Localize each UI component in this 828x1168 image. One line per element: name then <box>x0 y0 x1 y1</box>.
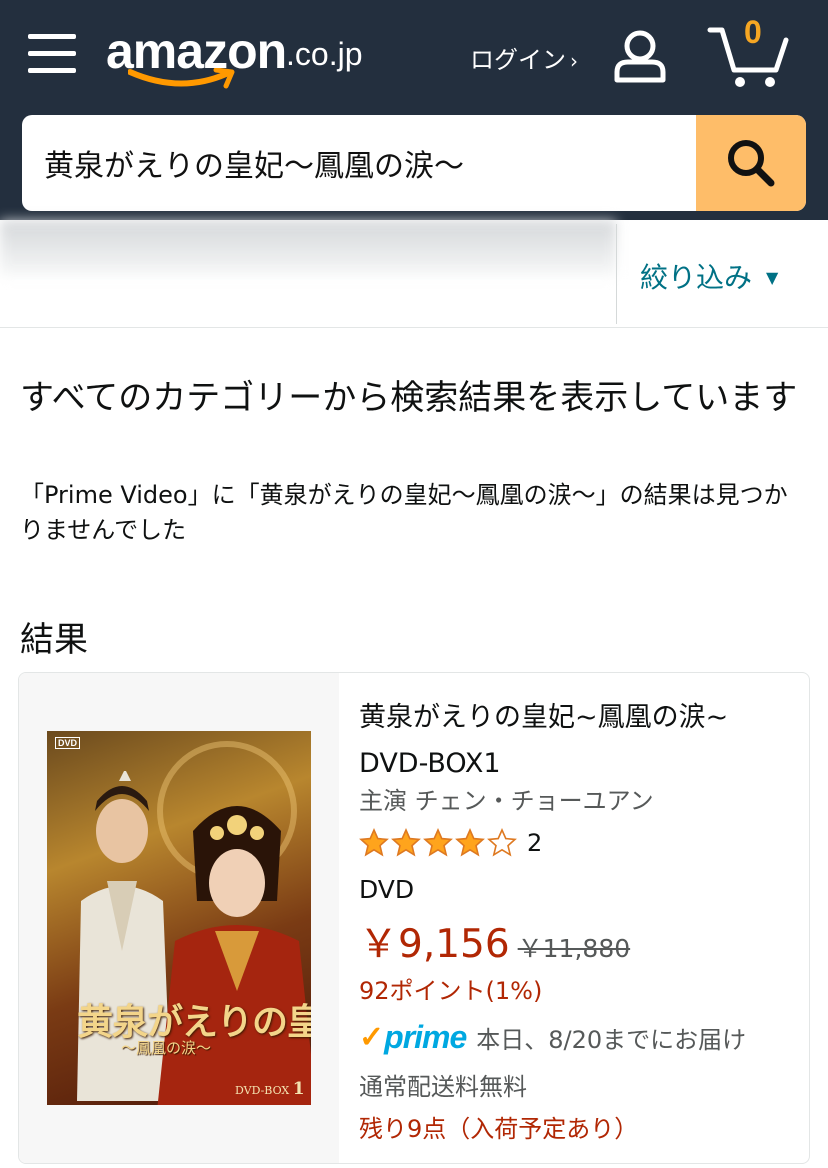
search-scope-message: すべてのカテゴリーから検索結果を表示しています <box>20 378 798 418</box>
logo-smile-icon <box>128 68 235 89</box>
star-empty-icon <box>487 828 517 857</box>
search-input[interactable] <box>22 115 696 211</box>
product-image-area: DVD 黄泉がえりの皇妃 〜鳳凰の涙〜 DVD-BOX 1 <box>19 673 339 1163</box>
star-filled-icon <box>391 828 421 857</box>
amazon-logo[interactable]: amazon .co.jp <box>106 22 376 92</box>
no-results-message: 「Prime Video」に「黄泉がえりの皇妃〜鳳凰の涙〜」の結果は見つかりませ… <box>20 481 788 544</box>
cover-box-text: DVD-BOX <box>235 1084 290 1097</box>
chevron-right-icon: › <box>570 49 578 73</box>
top-header: amazon .co.jp ログイン › 0 <box>0 0 828 220</box>
product-author: 主演 チェン・チョーユアン <box>359 787 654 815</box>
cover-dvd-badge: DVD <box>55 737 81 749</box>
star-filled-icon <box>455 828 485 857</box>
hamburger-menu-icon[interactable] <box>28 32 76 76</box>
rating-count: 2 <box>527 829 543 857</box>
product-list-price: ￥11,880 <box>517 934 631 963</box>
cover-box-number: 1 <box>292 1079 305 1099</box>
cart-button[interactable]: 0 <box>706 14 790 90</box>
star-filled-icon <box>359 828 389 857</box>
search-icon <box>728 140 775 187</box>
signin-link[interactable]: ログイン › <box>470 40 578 75</box>
logo-domain: .co.jp <box>286 36 363 72</box>
prime-logo: prime <box>384 1018 467 1055</box>
filter-bar: 絞り込み ▼ <box>0 220 828 328</box>
chevron-down-icon: ▼ <box>766 268 779 287</box>
product-points: 92ポイント(1%) <box>359 977 543 1005</box>
shipping-info: 通常配送料無料 <box>359 1073 527 1101</box>
product-title[interactable]: 黄泉がえりの皇妃~鳳凰の涙~ DVD-BOX1 <box>359 695 789 787</box>
results-heading: 結果 <box>20 620 88 660</box>
search-bar <box>22 115 806 211</box>
prime-check-icon: ✓ <box>359 1020 385 1054</box>
filter-button[interactable]: 絞り込み ▼ <box>640 256 778 296</box>
cover-subtitle: 〜鳳凰の涙〜 <box>121 1039 212 1057</box>
rating-stars <box>359 828 519 858</box>
product-price: ￥9,156 <box>359 922 510 967</box>
product-price-row: ￥9,156 ￥11,880 <box>359 913 630 969</box>
cover-box-label: DVD-BOX 1 <box>235 1079 305 1099</box>
filter-divider <box>616 224 617 324</box>
product-cover-image[interactable]: DVD 黄泉がえりの皇妃 〜鳳凰の涙〜 DVD-BOX 1 <box>47 731 311 1105</box>
filter-bar-shading <box>0 220 616 276</box>
product-format: DVD <box>359 875 415 904</box>
user-account-icon[interactable] <box>612 28 668 84</box>
delivery-estimate: 本日、8/20までにお届け <box>476 1025 747 1054</box>
stock-status: 残り9点（入荷予定あり） <box>359 1115 639 1143</box>
product-card[interactable]: DVD 黄泉がえりの皇妃 〜鳳凰の涙〜 DVD-BOX 1 <box>18 672 810 1164</box>
star-filled-icon <box>423 828 453 857</box>
signin-label: ログイン <box>470 46 566 74</box>
product-rating[interactable]: 2 <box>359 823 542 863</box>
product-info: 黄泉がえりの皇妃~鳳凰の涙~ DVD-BOX1 主演 チェン・チョーユアン 2 … <box>357 673 809 1163</box>
prime-delivery-row: ✓ prime 本日、8/20までにお届け <box>359 1017 746 1057</box>
search-button[interactable] <box>696 115 806 211</box>
filter-label: 絞り込み <box>640 261 753 294</box>
cart-count-badge: 0 <box>744 14 762 50</box>
